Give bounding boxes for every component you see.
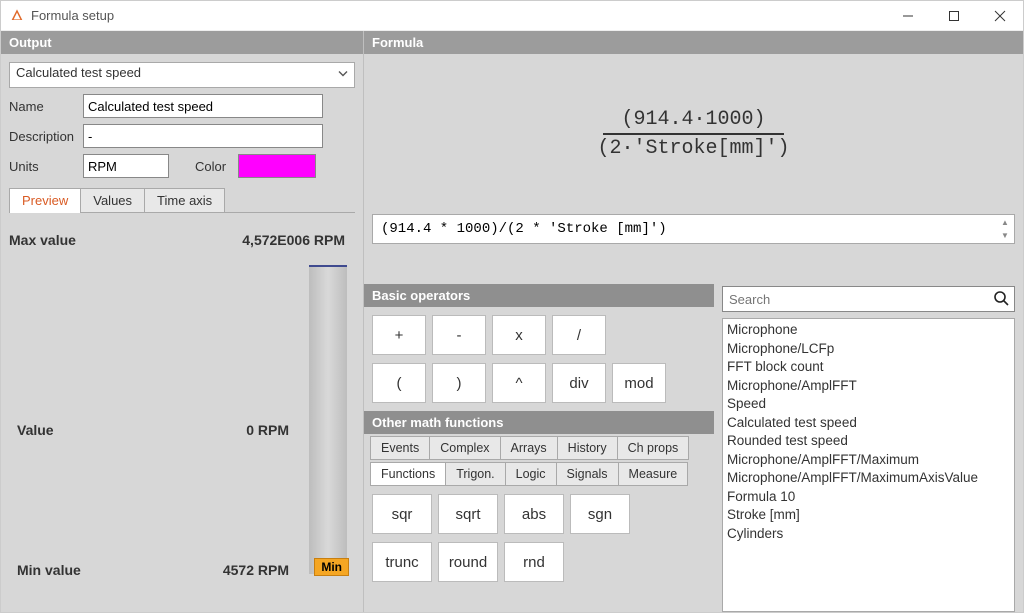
list-item[interactable]: FFT block count — [727, 358, 1010, 377]
min-tag: Min — [314, 558, 349, 576]
fn-tab-logic[interactable]: Logic — [505, 462, 557, 486]
op-div[interactable]: div — [552, 363, 606, 403]
description-field[interactable] — [83, 124, 323, 148]
op-multiply[interactable]: x — [492, 315, 546, 355]
fn-tab-chprops[interactable]: Ch props — [617, 436, 690, 460]
list-item[interactable]: Microphone/AmplFFT/MaximumAxisValue — [727, 469, 1010, 488]
chevron-up-icon[interactable]: ▲ — [997, 216, 1013, 229]
min-value-label: Min value — [17, 562, 147, 578]
body: Output Calculated test speed Name Descri… — [1, 31, 1023, 612]
fn-sqr[interactable]: sqr — [372, 494, 432, 534]
tab-values[interactable]: Values — [80, 188, 145, 212]
list-item[interactable]: Stroke [mm] — [727, 506, 1010, 525]
fn-abs[interactable]: abs — [504, 494, 564, 534]
formula-spinner[interactable]: ▲ ▼ — [997, 216, 1013, 242]
fn-rnd[interactable]: rnd — [504, 542, 564, 582]
preview-tabs: Preview Values Time axis — [9, 188, 355, 213]
tab-preview[interactable]: Preview — [9, 188, 81, 212]
max-value-label: Max value — [9, 232, 139, 248]
app-icon — [9, 8, 25, 24]
color-picker[interactable] — [238, 154, 316, 178]
list-item[interactable]: Formula 10 — [727, 488, 1010, 507]
formula-setup-window: Formula setup Output Calculated test spe… — [0, 0, 1024, 613]
operators-panel: Basic operators + - x / ( ) ^ div m — [364, 284, 714, 612]
fn-sgn[interactable]: sgn — [570, 494, 630, 534]
max-value: 4,572E006 RPM — [139, 232, 345, 248]
close-button[interactable] — [977, 1, 1023, 31]
name-label: Name — [9, 99, 75, 114]
search-icon — [993, 290, 1009, 306]
op-plus[interactable]: + — [372, 315, 426, 355]
chevron-down-icon — [337, 68, 349, 83]
fn-tab-complex[interactable]: Complex — [429, 436, 500, 460]
value-value: 0 RPM — [147, 422, 289, 438]
list-item[interactable]: Microphone/LCFp — [727, 340, 1010, 359]
formula-display: (914.4·1000) (2·'Stroke[mm]') — [364, 54, 1023, 214]
list-item[interactable]: Speed — [727, 395, 1010, 414]
other-functions-header: Other math functions — [364, 411, 714, 434]
window-title: Formula setup — [31, 8, 885, 23]
formula-denominator: (2·'Stroke[mm]') — [597, 135, 789, 160]
fn-trunc[interactable]: trunc — [372, 542, 432, 582]
list-item[interactable]: Calculated test speed — [727, 414, 1010, 433]
units-label: Units — [9, 159, 75, 174]
op-rparen[interactable]: ) — [432, 363, 486, 403]
fn-tab-events[interactable]: Events — [370, 436, 430, 460]
fn-tab-measure[interactable]: Measure — [618, 462, 689, 486]
list-item[interactable]: Microphone/AmplFFT/Maximum — [727, 451, 1010, 470]
op-minus[interactable]: - — [432, 315, 486, 355]
list-item[interactable]: Microphone — [727, 321, 1010, 340]
channel-list[interactable]: Microphone Microphone/LCFp FFT block cou… — [722, 318, 1015, 612]
preview-pane: Max value 4,572E006 RPM Value 0 RPM Min … — [1, 221, 363, 612]
search-input[interactable] — [722, 286, 1015, 312]
units-field[interactable] — [83, 154, 169, 178]
op-power[interactable]: ^ — [492, 363, 546, 403]
fn-tab-arrays[interactable]: Arrays — [500, 436, 558, 460]
maximize-button[interactable] — [931, 1, 977, 31]
fn-tab-trigon[interactable]: Trigon. — [445, 462, 505, 486]
window-controls — [885, 1, 1023, 31]
fn-round[interactable]: round — [438, 542, 498, 582]
description-label: Description — [9, 129, 75, 144]
output-select[interactable]: Calculated test speed — [9, 62, 355, 88]
chevron-down-icon[interactable]: ▼ — [997, 229, 1013, 242]
output-select-value: Calculated test speed — [9, 62, 355, 88]
list-item[interactable]: Rounded test speed — [727, 432, 1010, 451]
formula-panel: Formula (914.4·1000) (2·'Stroke[mm]') ▲ … — [363, 31, 1023, 612]
fn-tab-functions[interactable]: Functions — [370, 462, 446, 486]
min-value: 4572 RPM — [147, 562, 289, 578]
formula-input[interactable] — [372, 214, 1015, 244]
list-item[interactable]: Cylinders — [727, 525, 1010, 544]
fn-tab-signals[interactable]: Signals — [556, 462, 619, 486]
color-label: Color — [195, 159, 226, 174]
formula-header: Formula — [364, 31, 1023, 54]
search-panel: Microphone Microphone/LCFp FFT block cou… — [714, 284, 1023, 612]
lower-area: Basic operators + - x / ( ) ^ div m — [364, 284, 1023, 612]
preview-bar — [309, 265, 347, 574]
op-divide[interactable]: / — [552, 315, 606, 355]
minimize-button[interactable] — [885, 1, 931, 31]
fn-sqrt[interactable]: sqrt — [438, 494, 498, 534]
fn-tab-history[interactable]: History — [557, 436, 618, 460]
name-field[interactable] — [83, 94, 323, 118]
op-lparen[interactable]: ( — [372, 363, 426, 403]
output-panel: Output Calculated test speed Name Descri… — [1, 31, 363, 612]
titlebar: Formula setup — [1, 1, 1023, 31]
basic-operators-header: Basic operators — [364, 284, 714, 307]
list-item[interactable]: Microphone/AmplFFT — [727, 377, 1010, 396]
formula-numerator: (914.4·1000) — [603, 108, 783, 135]
value-label: Value — [17, 422, 147, 438]
op-mod[interactable]: mod — [612, 363, 666, 403]
output-header: Output — [1, 31, 363, 54]
tab-timeaxis[interactable]: Time axis — [144, 188, 225, 212]
